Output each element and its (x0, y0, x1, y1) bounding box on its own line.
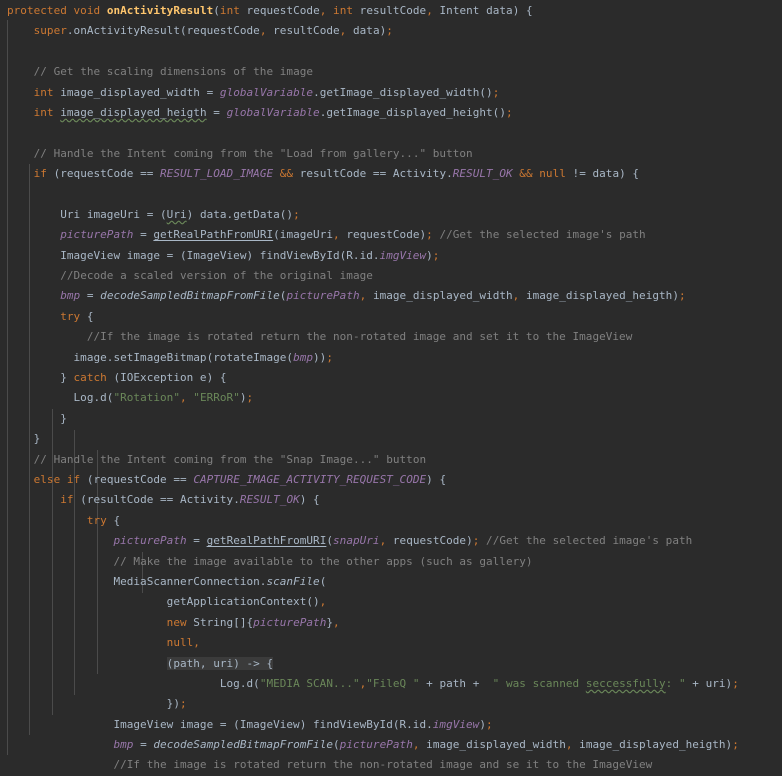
code-line: // Make the image available to the other… (113, 554, 533, 568)
code-line: null, (166, 636, 200, 650)
code-line: else if (requestCode == CAPTURE_IMAGE_AC… (33, 472, 447, 486)
code-line: }); (7, 697, 187, 711)
code-line: Uri imageUri = (Uri) data.getData(); (7, 207, 300, 221)
code-line: // Handle the Intent coming from the "Sn… (33, 452, 427, 466)
code-line: try { (60, 309, 94, 323)
code-line: picturePath = getRealPathFromURI(snapUri… (113, 534, 693, 548)
code-line: bmp = decodeSampledBitmapFromFile(pictur… (60, 289, 686, 303)
code-line: MediaScannerConnection.scanFile( (7, 574, 327, 588)
code-line: if (requestCode == RESULT_LOAD_IMAGE && … (33, 167, 640, 181)
code-line: bmp = decodeSampledBitmapFromFile(pictur… (113, 738, 739, 752)
code-line: } (7, 432, 41, 446)
code-line: // Handle the Intent coming from the "Lo… (33, 146, 473, 160)
code-line: //If the image is rotated return the non… (86, 330, 633, 344)
code-line: new String[]{picturePath}, (166, 615, 340, 629)
code-editor-pane[interactable]: protected void onActivityResult(int requ… (0, 0, 782, 776)
code-line: Log.d("Rotation", "ERRoR"); (7, 391, 254, 405)
code-line: (path, uri) -> { (166, 656, 274, 670)
code-line: picturePath = getRealPathFromURI(imageUr… (60, 228, 646, 242)
code-line: ImageView image = (ImageView) findViewBy… (7, 248, 440, 262)
code-line: } (7, 411, 67, 425)
code-line: getApplicationContext(), (7, 595, 327, 609)
code-line: int image_displayed_width = globalVariab… (33, 85, 500, 99)
code-line: //Decode a scaled version of the origina… (60, 269, 373, 283)
code-line: int image_displayed_heigth = globalVaria… (33, 105, 513, 119)
code-line: protected void onActivityResult(int requ… (7, 4, 533, 17)
code-line: if (resultCode == Activity.RESULT_OK) { (60, 493, 320, 507)
code-line: try { (86, 513, 121, 527)
code-line: Log.d("MEDIA SCAN...","FileQ " + path + … (7, 676, 739, 690)
code-line: //If the image is rotated return the non… (113, 758, 653, 772)
code-line: super.onActivityResult(requestCode, resu… (33, 24, 393, 38)
code-line: ImageView image = (ImageView) findViewBy… (7, 717, 493, 731)
source-code-text[interactable]: protected void onActivityResult(int requ… (0, 0, 782, 776)
code-line: // Get the scaling dimensions of the ima… (33, 65, 314, 79)
code-line: } catch (IOException e) { (7, 371, 227, 385)
code-line: image.setImageBitmap(rotateImage(bmp)); (7, 350, 333, 364)
